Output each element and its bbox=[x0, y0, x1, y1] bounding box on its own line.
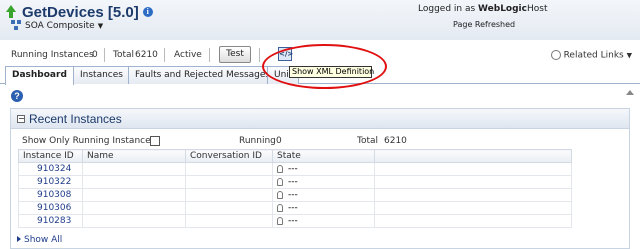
state-cell: --- bbox=[272, 175, 375, 189]
state-value: --- bbox=[288, 190, 298, 200]
expand-arrow-icon bbox=[17, 236, 21, 242]
logged-in-info: Logged in as WebLogicHost bbox=[418, 4, 547, 14]
state-icon bbox=[277, 190, 283, 199]
help-icon[interactable]: ? bbox=[11, 90, 23, 102]
state-icon bbox=[277, 164, 283, 173]
table-row: 910306 --- bbox=[18, 201, 572, 215]
chevron-down-icon: ▼ bbox=[97, 21, 104, 30]
recent-instances-panel: − Recent Instances Show Only Running Ins… bbox=[10, 108, 630, 249]
show-all-label: Show All bbox=[24, 235, 63, 245]
name-cell bbox=[82, 201, 186, 215]
name-cell bbox=[82, 214, 186, 228]
empty-cell bbox=[374, 214, 572, 228]
page-header: GetDevices [5.0] i SOA Composite ▼ Logge… bbox=[0, 0, 640, 40]
filter-row: Show Only Running Instances Running 0 To… bbox=[11, 133, 629, 149]
tab-dashboard[interactable]: Dashboard bbox=[5, 66, 74, 85]
related-links-menu[interactable]: Related Links ▼ bbox=[548, 47, 632, 63]
conversation-cell bbox=[185, 188, 273, 202]
divider bbox=[104, 48, 105, 62]
collapse-icon[interactable]: − bbox=[17, 115, 25, 123]
status-text: Active bbox=[174, 50, 202, 60]
running-instances-value: 0 bbox=[92, 50, 98, 60]
conversation-cell bbox=[185, 214, 273, 228]
state-icon bbox=[277, 203, 283, 212]
state-value: --- bbox=[288, 164, 298, 174]
column-header[interactable]: State bbox=[272, 149, 375, 163]
divider bbox=[209, 48, 210, 62]
name-cell bbox=[82, 188, 186, 202]
scroll-up-icon[interactable] bbox=[626, 90, 634, 95]
running-value: 0 bbox=[276, 136, 282, 146]
composite-menu-label: SOA Composite bbox=[25, 20, 95, 31]
column-header[interactable]: Instance ID bbox=[18, 149, 83, 163]
related-links-label: Related Links bbox=[563, 50, 624, 61]
state-value: --- bbox=[288, 203, 298, 213]
show-all-link[interactable]: Show All bbox=[17, 235, 62, 245]
conversation-cell bbox=[185, 162, 273, 176]
state-value: --- bbox=[288, 216, 298, 226]
table-row: 910322 --- bbox=[18, 175, 572, 189]
column-header[interactable]: Conversation ID bbox=[185, 149, 273, 163]
table-row: 910283 --- bbox=[18, 214, 572, 228]
instance-id-link[interactable]: 910324 bbox=[18, 162, 83, 176]
conversation-cell bbox=[185, 201, 273, 215]
tab-instances[interactable]: Instances bbox=[73, 66, 130, 84]
total-value: 6210 bbox=[384, 136, 407, 146]
page-title: GetDevices [5.0] bbox=[22, 3, 139, 21]
empty-cell bbox=[374, 188, 572, 202]
empty-cell bbox=[374, 162, 572, 176]
name-cell bbox=[82, 175, 186, 189]
test-button[interactable]: Test bbox=[219, 46, 251, 63]
divider bbox=[259, 48, 260, 62]
state-cell: --- bbox=[272, 201, 375, 215]
logged-in-user: WebLogic bbox=[478, 4, 527, 14]
soa-composite-icon bbox=[11, 20, 22, 31]
column-header-empty bbox=[374, 149, 572, 163]
running-label: Running bbox=[239, 136, 276, 146]
tab-faults[interactable]: Faults and Rejected Messages bbox=[128, 66, 278, 84]
composite-menu[interactable]: SOA Composite ▼ bbox=[11, 20, 103, 31]
state-cell: --- bbox=[272, 188, 375, 202]
state-icon bbox=[277, 216, 283, 225]
instances-table: Instance ID Name Conversation ID State 9… bbox=[18, 149, 572, 228]
divider bbox=[164, 48, 165, 62]
total-label: Total bbox=[113, 50, 135, 60]
total-value: 6210 bbox=[135, 50, 158, 60]
up-arrow-icon bbox=[4, 5, 18, 19]
title-row: GetDevices [5.0] i bbox=[4, 2, 153, 22]
column-header[interactable]: Name bbox=[82, 149, 186, 163]
empty-cell bbox=[374, 201, 572, 215]
chevron-down-icon: ▼ bbox=[626, 51, 632, 60]
state-cell: --- bbox=[272, 162, 375, 176]
table-row: 910324 --- bbox=[18, 162, 572, 176]
name-cell bbox=[82, 162, 186, 176]
logged-in-suffix: Host bbox=[526, 4, 548, 14]
state-value: --- bbox=[288, 177, 298, 187]
table-header-row: Instance ID Name Conversation ID State bbox=[18, 149, 572, 163]
logged-in-prefix: Logged in as bbox=[418, 4, 476, 14]
conversation-cell bbox=[185, 175, 273, 189]
paperclip-icon bbox=[548, 47, 563, 63]
empty-cell bbox=[374, 175, 572, 189]
state-cell: --- bbox=[272, 214, 375, 228]
state-icon bbox=[277, 177, 283, 186]
show-running-checkbox[interactable] bbox=[150, 136, 160, 146]
red-callout-ellipse bbox=[262, 44, 387, 89]
page-refreshed: Page Refreshed bbox=[453, 20, 516, 29]
instance-id-link[interactable]: 910322 bbox=[18, 175, 83, 189]
instance-id-link[interactable]: 910306 bbox=[18, 201, 83, 215]
info-icon[interactable]: i bbox=[142, 7, 153, 17]
panel-header: − Recent Instances bbox=[11, 109, 629, 129]
table-row: 910308 --- bbox=[18, 188, 572, 202]
instance-id-link[interactable]: 910283 bbox=[18, 214, 83, 228]
panel-title: Recent Instances bbox=[29, 112, 122, 126]
instance-id-link[interactable]: 910308 bbox=[18, 188, 83, 202]
show-running-label: Show Only Running Instances bbox=[22, 136, 156, 146]
running-instances-label: Running Instances bbox=[11, 50, 94, 60]
total-label: Total bbox=[357, 136, 379, 146]
